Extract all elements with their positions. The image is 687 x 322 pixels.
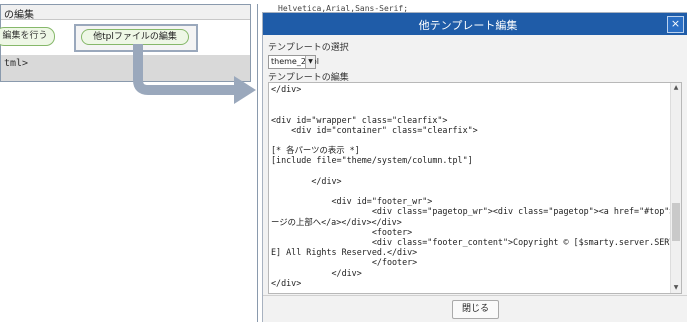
scrollbar-thumb[interactable] [672, 203, 680, 241]
scroll-up-icon[interactable]: ▲ [671, 84, 681, 92]
code-line: ージの上部へ</a></div></div> [271, 216, 402, 227]
dialog-titlebar: 他テンプレート編集 × [263, 13, 687, 35]
template-select[interactable]: theme_2.tpl ▼ [268, 55, 319, 69]
code-line: <div id="footer_wr"> [271, 196, 433, 207]
dialog-title: 他テンプレート編集 [418, 19, 518, 32]
dialog-footer: 閉じる [263, 295, 687, 322]
editor-scrollbar[interactable]: ▲ ▼ [670, 83, 681, 293]
close-button[interactable]: 閉じる [452, 300, 499, 319]
code-line: </div> [271, 84, 302, 94]
code-line: </div> [271, 267, 362, 278]
template-edit-dialog: 他テンプレート編集 × テンプレートの選択 theme_2.tpl ▼ テンプレ… [262, 12, 687, 322]
code-text: </div> <div id="wrapper" class="clearfix… [271, 84, 682, 288]
code-line: [include file="theme/system/column.tpl"] [271, 155, 473, 166]
template-code-editor[interactable]: </div> <div id="wrapper" class="clearfix… [268, 82, 682, 294]
chevron-down-icon: ▼ [305, 56, 315, 68]
code-line: </div> [271, 175, 342, 186]
code-line: <div id="container" class="clearfix"> [271, 124, 478, 135]
code-line: </div> [271, 277, 302, 288]
code-line: E] All Rights Reserved.</div> [271, 247, 418, 258]
code-line: [* 各パーツの表示 *] [271, 145, 360, 156]
code-line: <div class="footer_content">Copyright © … [271, 237, 682, 248]
connector-arrow-icon [133, 44, 256, 104]
template-select-label: テンプレートの選択 [268, 43, 349, 53]
code-line: <div class="pagetop_wr"><div class="page… [271, 206, 682, 217]
scroll-down-icon[interactable]: ▼ [671, 284, 681, 292]
close-icon[interactable]: × [667, 16, 684, 33]
code-line: <footer> [271, 226, 413, 237]
code-line: <div id="wrapper" class="clearfix"> [271, 114, 448, 125]
code-line: </footer> [271, 257, 418, 268]
